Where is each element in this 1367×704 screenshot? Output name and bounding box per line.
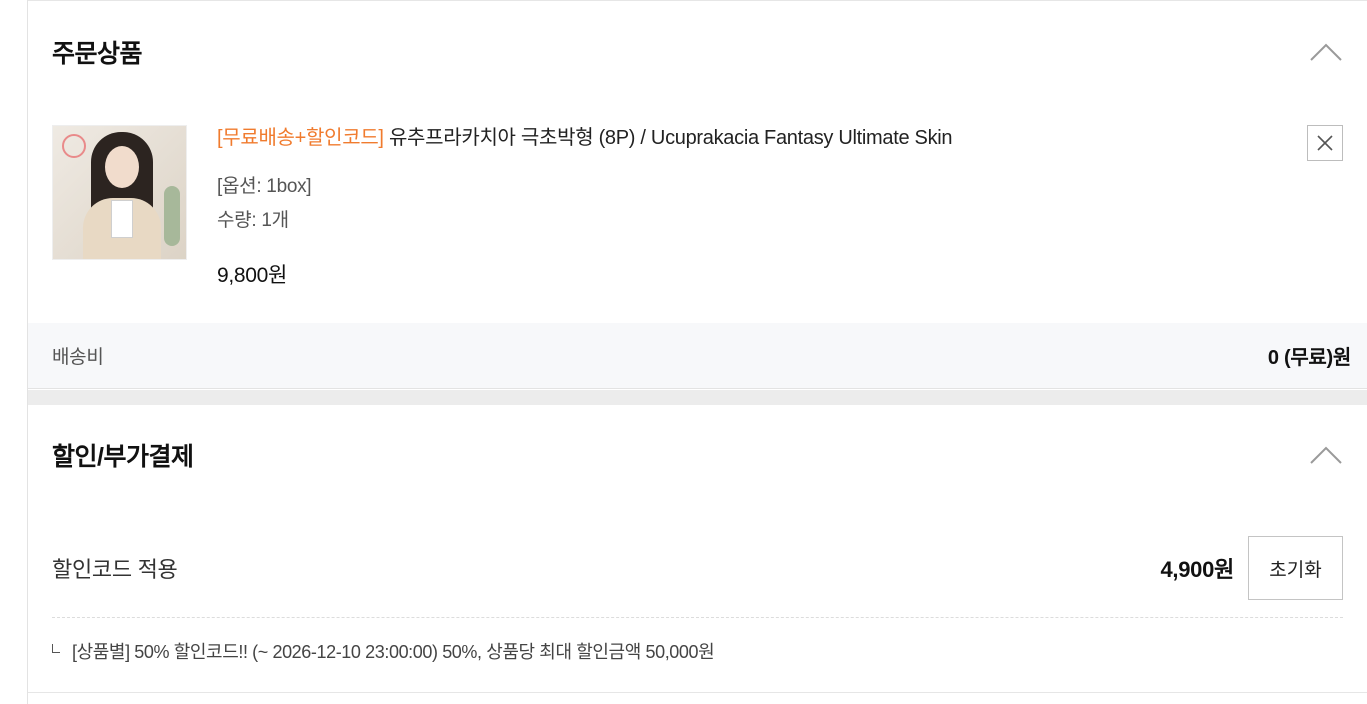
left-gutter <box>0 0 28 704</box>
discount-amount: 4,900원 <box>1160 557 1235 582</box>
product-option: [옵션: 1box] <box>217 176 312 197</box>
shipping-value: 0 (무료)원 <box>1267 347 1351 369</box>
section-divider <box>28 390 1367 405</box>
product-thumbnail[interactable] <box>52 125 187 260</box>
chevron-up-icon[interactable] <box>1309 445 1343 465</box>
product-price: 9,800원 <box>217 264 288 287</box>
checkout-page: 주문상품 [무료배송+할인코드] 유추프라카치아 극초박형 (8P) / Ucu… <box>0 0 1367 704</box>
coupon-detail-text: [상품별] 50% 할인코드!! (~ 2026-12-10 23:00:00)… <box>72 642 715 662</box>
product-info: [무료배송+할인코드] 유추프라카치아 극초박형 (8P) / Ucupraka… <box>217 124 1217 290</box>
top-divider <box>28 0 1367 1</box>
product-title[interactable]: [무료배송+할인코드] 유추프라카치아 극초박형 (8P) / Ucupraka… <box>217 124 1217 152</box>
order-section-header: 주문상품 <box>52 32 1343 72</box>
discount-code-label: 할인코드 적용 <box>52 557 178 582</box>
bottom-divider <box>28 692 1367 693</box>
order-panel: 주문상품 [무료배송+할인코드] 유추프라카치아 극초박형 (8P) / Ucu… <box>28 0 1367 704</box>
product-quantity: 수량: 1개 <box>217 210 289 231</box>
genuine-badge-icon <box>62 134 86 158</box>
order-section-title: 주문상품 <box>52 40 143 68</box>
discount-section-header: 할인/부가결제 <box>52 435 1343 475</box>
close-icon <box>1317 135 1333 151</box>
product-name: 유추프라카치아 극초박형 (8P) / Ucuprakacia Fantasy … <box>383 127 953 149</box>
discount-section-title: 할인/부가결제 <box>52 443 194 471</box>
dashed-divider <box>52 617 1343 618</box>
shipping-fee-row: 배송비 0 (무료)원 <box>28 323 1367 389</box>
shipping-label: 배송비 <box>52 347 104 368</box>
discount-code-controls: 4,900원 초기화 <box>1160 536 1343 600</box>
discount-code-row: 할인코드 적용 4,900원 초기화 <box>52 536 1343 600</box>
product-tag: [무료배송+할인코드] <box>217 127 384 149</box>
product-box-image <box>111 200 133 238</box>
reset-button[interactable]: 초기화 <box>1248 536 1343 600</box>
remove-item-button[interactable] <box>1307 125 1343 161</box>
product-item: [무료배송+할인코드] 유추프라카치아 극초박형 (8P) / Ucupraka… <box>52 124 1343 304</box>
coupon-detail: [상품별] 50% 할인코드!! (~ 2026-12-10 23:00:00)… <box>52 638 1343 664</box>
sub-item-icon <box>52 643 60 653</box>
chevron-up-icon[interactable] <box>1309 42 1343 62</box>
